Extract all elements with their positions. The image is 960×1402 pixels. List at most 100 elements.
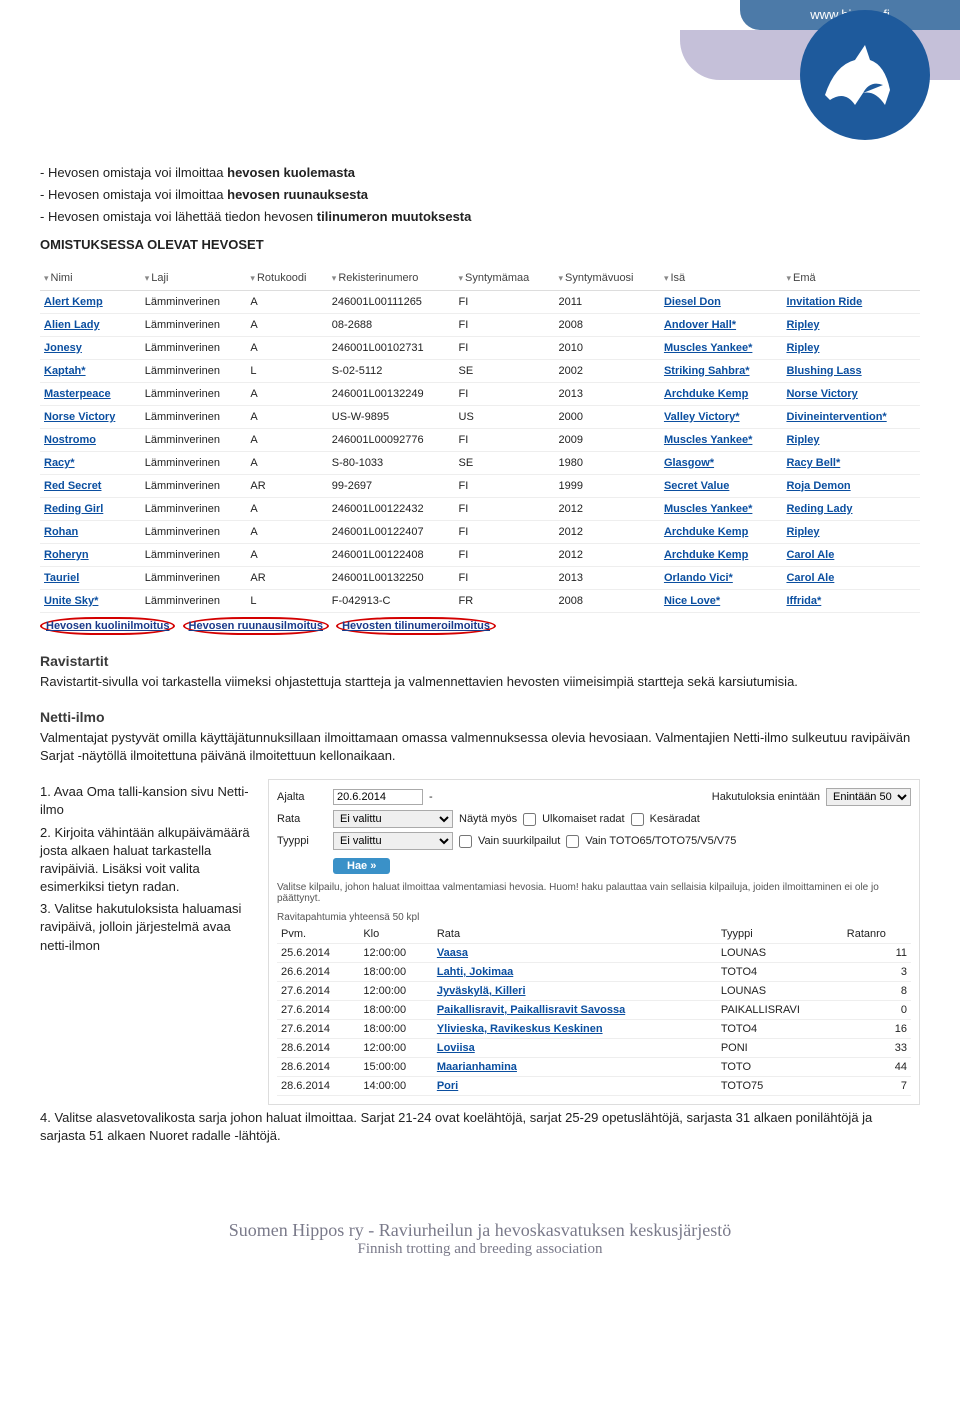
table-row: JonesyLämminverinenA246001L00102731FI201… xyxy=(40,336,920,359)
cell[interactable]: Nice Love* xyxy=(660,589,783,612)
cell[interactable]: Pori xyxy=(433,1077,717,1096)
tyyppi-select[interactable]: Ei valittu xyxy=(333,832,453,850)
cell[interactable]: Ripley xyxy=(782,520,920,543)
cell: 99-2697 xyxy=(328,474,455,497)
column-header[interactable]: ▾Nimi xyxy=(40,266,141,291)
cell[interactable]: Jonesy xyxy=(40,336,141,359)
cell[interactable]: Archduke Kemp xyxy=(660,520,783,543)
cell[interactable]: Muscles Yankee* xyxy=(660,428,783,451)
cell[interactable]: Archduke Kemp xyxy=(660,382,783,405)
cell[interactable]: Striking Sahbra* xyxy=(660,359,783,382)
cell[interactable]: Secret Value xyxy=(660,474,783,497)
cell[interactable]: Invitation Ride xyxy=(782,290,920,313)
cell: 246001L00132250 xyxy=(328,566,455,589)
cell[interactable]: Kaptah* xyxy=(40,359,141,382)
cell: Lämminverinen xyxy=(141,336,247,359)
cell[interactable]: Archduke Kemp xyxy=(660,543,783,566)
checkbox-toto[interactable] xyxy=(566,835,579,848)
cell: 18:00:00 xyxy=(359,963,433,982)
cell: Lämminverinen xyxy=(141,313,247,336)
column-header[interactable]: ▾Isä xyxy=(660,266,783,291)
cell: 14:00:00 xyxy=(359,1077,433,1096)
cell[interactable]: Ylivieska, Ravikeskus Keskinen xyxy=(433,1020,717,1039)
cell: 246001L00122408 xyxy=(328,543,455,566)
cell[interactable]: Carol Ale xyxy=(782,543,920,566)
column-header[interactable]: ▾Laji xyxy=(141,266,247,291)
cell[interactable]: Roja Demon xyxy=(782,474,920,497)
cell[interactable]: Ripley xyxy=(782,428,920,451)
step-3: 3. Valitse hakutuloksista haluamasi ravi… xyxy=(40,900,250,955)
cell[interactable]: Diesel Don xyxy=(660,290,783,313)
cell: 1999 xyxy=(555,474,660,497)
cell[interactable]: Lahti, Jokimaa xyxy=(433,963,717,982)
cell[interactable]: Vaasa xyxy=(433,944,717,963)
cell[interactable]: Racy Bell* xyxy=(782,451,920,474)
column-header[interactable]: ▾Rotukoodi xyxy=(246,266,327,291)
cell[interactable]: Ripley xyxy=(782,313,920,336)
table-row: Alien LadyLämminverinenA08-2688FI2008And… xyxy=(40,313,920,336)
checkbox-ulkomaiset[interactable] xyxy=(523,813,536,826)
cell[interactable]: Loviisa xyxy=(433,1039,717,1058)
column-header[interactable]: ▾Syntymämaa xyxy=(455,266,555,291)
cell[interactable]: Alert Kemp xyxy=(40,290,141,313)
cell: 27.6.2014 xyxy=(277,1001,359,1020)
cell: A xyxy=(246,543,327,566)
cb-label-kes: Kesäradat xyxy=(650,813,700,825)
cell: 246001L00111265 xyxy=(328,290,455,313)
column-header[interactable]: ▾Rekisterinumero xyxy=(328,266,455,291)
link-ruunausilmoitus[interactable]: Hevosen ruunausilmoitus xyxy=(183,617,329,635)
cell[interactable]: Divineintervention* xyxy=(782,405,920,428)
cell[interactable]: Carol Ale xyxy=(782,566,920,589)
cell[interactable]: Alien Lady xyxy=(40,313,141,336)
rata-select[interactable]: Ei valittu xyxy=(333,810,453,828)
column-header[interactable]: ▾Syntymävuosi xyxy=(555,266,660,291)
cell[interactable]: Red Secret xyxy=(40,474,141,497)
cell: Lämminverinen xyxy=(141,359,247,382)
link-kuolinilmoitus[interactable]: Hevosen kuolinilmoitus xyxy=(40,617,175,635)
cell: 12:00:00 xyxy=(359,944,433,963)
cell[interactable]: Muscles Yankee* xyxy=(660,497,783,520)
link-tilinumeroilmoitus[interactable]: Hevosten tilinumeroilmoitus xyxy=(336,617,496,635)
netti-ilmo-body: Valmentajat pystyvät omilla käyttäjätunn… xyxy=(40,729,920,765)
cell[interactable]: Racy* xyxy=(40,451,141,474)
column-header[interactable]: ▾Emä xyxy=(782,266,920,291)
cell[interactable]: Muscles Yankee* xyxy=(660,336,783,359)
cell[interactable]: Tauriel xyxy=(40,566,141,589)
cell: 11 xyxy=(843,944,911,963)
cell[interactable]: Blushing Lass xyxy=(782,359,920,382)
limit-select[interactable]: Enintään 50 xyxy=(826,788,911,806)
search-panel: Ajalta - Hakutuloksia enintään Enintään … xyxy=(268,779,920,1105)
checkbox-suurkilpailut[interactable] xyxy=(459,835,472,848)
cell[interactable]: Orlando Vici* xyxy=(660,566,783,589)
footer-line-1: Suomen Hippos ry - Raviurheilun ja hevos… xyxy=(0,1220,960,1241)
cell[interactable]: Unite Sky* xyxy=(40,589,141,612)
hae-button[interactable]: Hae » xyxy=(333,858,390,874)
cell[interactable]: Paikallisravit, Paikallisravit Savossa xyxy=(433,1001,717,1020)
date-from-input[interactable] xyxy=(333,789,423,805)
cell[interactable]: Norse Victory xyxy=(40,405,141,428)
cell[interactable]: Nostromo xyxy=(40,428,141,451)
cell[interactable]: Andover Hall* xyxy=(660,313,783,336)
cell[interactable]: Glasgow* xyxy=(660,451,783,474)
cell[interactable]: Jyväskylä, Killeri xyxy=(433,982,717,1001)
cell[interactable]: Iffrida* xyxy=(782,589,920,612)
cell: FI xyxy=(455,428,555,451)
table-row: 28.6.201414:00:00PoriTOTO757 xyxy=(277,1077,911,1096)
cell: FI xyxy=(455,520,555,543)
cell[interactable]: Norse Victory xyxy=(782,382,920,405)
horses-table-title: OMISTUKSESSA OLEVAT HEVOSET xyxy=(40,237,920,252)
cell: 246001L00092776 xyxy=(328,428,455,451)
cell[interactable]: Maarianhamina xyxy=(433,1058,717,1077)
cell[interactable]: Ripley xyxy=(782,336,920,359)
cell: Lämminverinen xyxy=(141,474,247,497)
cell[interactable]: Masterpeace xyxy=(40,382,141,405)
cell[interactable]: Roheryn xyxy=(40,543,141,566)
cell[interactable]: Valley Victory* xyxy=(660,405,783,428)
cell: TOTO4 xyxy=(717,1020,843,1039)
cell[interactable]: Reding Lady xyxy=(782,497,920,520)
cell[interactable]: Rohan xyxy=(40,520,141,543)
cell[interactable]: Reding Girl xyxy=(40,497,141,520)
cell: 246001L00122407 xyxy=(328,520,455,543)
cell: FR xyxy=(455,589,555,612)
checkbox-kesaradat[interactable] xyxy=(631,813,644,826)
